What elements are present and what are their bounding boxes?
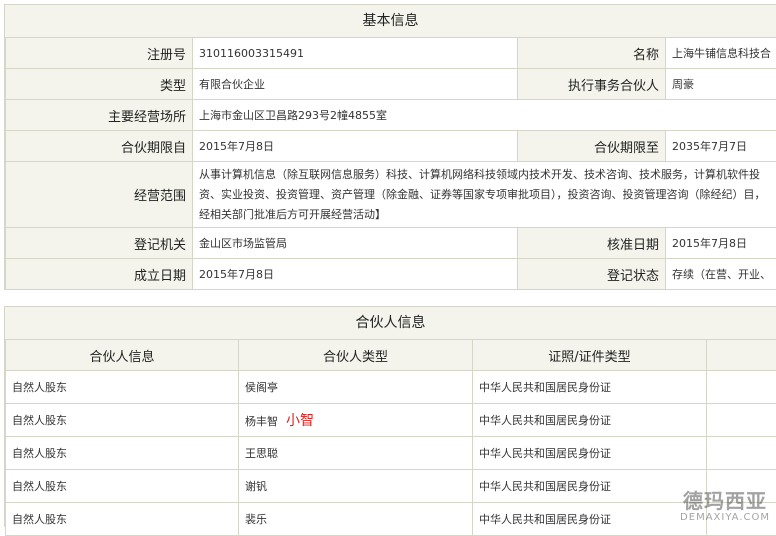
term-to-value: 2035年7月7日 [666,131,776,162]
partner-name: 杨丰智 [245,415,278,428]
established-label: 成立日期 [6,259,193,290]
table-row: 自然人股东 杨丰智小智 中华人民共和国居民身份证 [6,404,776,437]
address-label: 主要经营场所 [6,100,193,131]
authority-value: 金山区市场监管局 [193,228,518,259]
partner-name-cell: 王思聪 [239,437,473,470]
site-watermark: 德玛西亚 DEMAXIYA.COM [680,490,770,524]
table-row: 自然人股东 谢钒 中华人民共和国居民身份证 [6,470,776,503]
term-to-label: 合伙期限至 [518,131,666,162]
partner-id-type: 中华人民共和国居民身份证 [473,404,707,437]
partner-name-cell: 裴乐 [239,503,473,536]
row-address: 主要经营场所 上海市金山区卫昌路293号2幢4855室 [6,100,776,131]
header-partner-type: 合伙人类型 [239,340,473,371]
partner-name: 谢钒 [245,480,267,493]
partner-name: 侯阁亭 [245,381,278,394]
partner-name-cell: 谢钒 [239,470,473,503]
partner-table-header: 合伙人信息 合伙人类型 证照/证件类型 [6,340,776,371]
scope-value: 从事计算机信息（除互联网信息服务）科技、计算机网络科技领域内技术开发、技术咨询、… [193,162,776,228]
established-value: 2015年7月8日 [193,259,518,290]
table-row: 自然人股东 裴乐 中华人民共和国居民身份证 [6,503,776,536]
partner-extra [707,437,776,470]
scope-label: 经营范围 [6,162,193,228]
term-from-label: 合伙期限自 [6,131,193,162]
partner-info: 自然人股东 [6,404,239,437]
address-value: 上海市金山区卫昌路293号2幢4855室 [193,100,776,131]
partner-table: 合伙人信息 合伙人类型 证照/证件类型 自然人股东 侯阁亭 中华人民共和国居民身… [5,339,776,536]
approval-date-label: 核准日期 [518,228,666,259]
partner-info: 自然人股东 [6,437,239,470]
watermark-cn: 德玛西亚 [680,490,770,512]
reg-no-value: 310116003315491 [193,38,518,69]
partner-info: 自然人股东 [6,503,239,536]
status-label: 登记状态 [518,259,666,290]
partner-name-cell: 侯阁亭 [239,371,473,404]
row-type: 类型 有限合伙企业 执行事务合伙人 周豪 [6,69,776,100]
partner-info-panel: 合伙人信息 合伙人信息 合伙人类型 证照/证件类型 自然人股东 侯阁亭 中华人民… [4,306,776,527]
table-row: 自然人股东 王思聪 中华人民共和国居民身份证 [6,437,776,470]
exec-partner-label: 执行事务合伙人 [518,69,666,100]
header-extra [707,340,776,371]
watermark-en: DEMAXIYA.COM [680,512,770,524]
partner-info-title: 合伙人信息 [5,307,776,339]
partner-id-type: 中华人民共和国居民身份证 [473,470,707,503]
partner-id-type: 中华人民共和国居民身份证 [473,371,707,404]
term-from-value: 2015年7月8日 [193,131,518,162]
partner-extra [707,371,776,404]
type-label: 类型 [6,69,193,100]
partner-name: 王思聪 [245,447,278,460]
table-row: 自然人股东 侯阁亭 中华人民共和国居民身份证 [6,371,776,404]
basic-info-table: 注册号 310116003315491 名称 上海牛铺信息科技合 类型 有限合伙… [5,37,776,290]
partner-name: 裴乐 [245,513,267,526]
partner-info: 自然人股东 [6,470,239,503]
header-partner-info: 合伙人信息 [6,340,239,371]
partner-info: 自然人股东 [6,371,239,404]
partner-name-cell: 杨丰智小智 [239,404,473,437]
basic-info-panel: 基本信息 注册号 310116003315491 名称 上海牛铺信息科技合 类型… [4,4,776,290]
partner-id-type: 中华人民共和国居民身份证 [473,437,707,470]
name-value: 上海牛铺信息科技合 [666,38,776,69]
name-label: 名称 [518,38,666,69]
status-value: 存续（在营、开业、 [666,259,776,290]
partner-nickname-annotation: 小智 [286,413,314,429]
header-id-type: 证照/证件类型 [473,340,707,371]
row-authority: 登记机关 金山区市场监管局 核准日期 2015年7月8日 [6,228,776,259]
partner-id-type: 中华人民共和国居民身份证 [473,503,707,536]
basic-info-title: 基本信息 [5,5,776,37]
row-term: 合伙期限自 2015年7月8日 合伙期限至 2035年7月7日 [6,131,776,162]
partner-extra [707,404,776,437]
approval-date-value: 2015年7月8日 [666,228,776,259]
row-reg-no: 注册号 310116003315491 名称 上海牛铺信息科技合 [6,38,776,69]
exec-partner-value: 周豪 [666,69,776,100]
row-scope: 经营范围 从事计算机信息（除互联网信息服务）科技、计算机网络科技领域内技术开发、… [6,162,776,228]
authority-label: 登记机关 [6,228,193,259]
reg-no-label: 注册号 [6,38,193,69]
row-established: 成立日期 2015年7月8日 登记状态 存续（在营、开业、 [6,259,776,290]
type-value: 有限合伙企业 [193,69,518,100]
